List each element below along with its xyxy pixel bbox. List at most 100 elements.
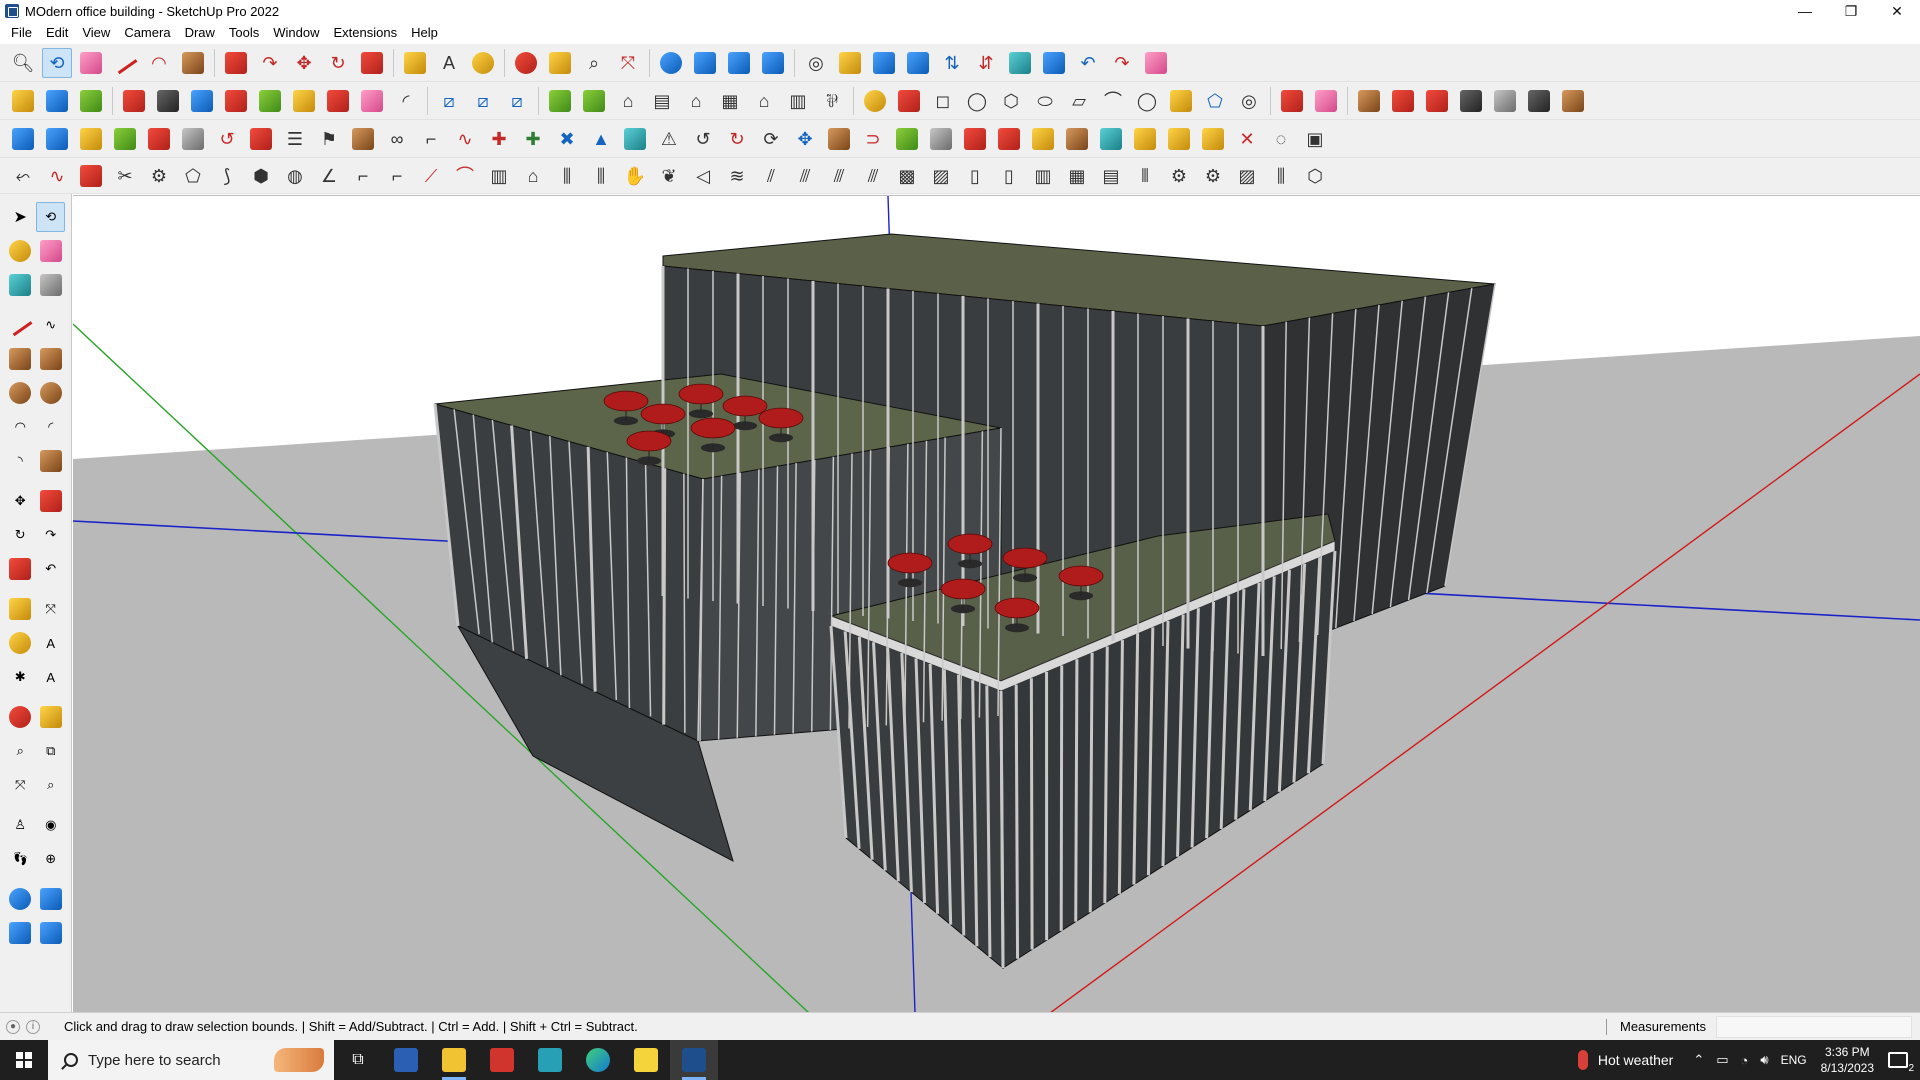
bezier-button[interactable]: ∿ [450,124,480,154]
orbit-tool-button[interactable]: ⟲ [42,47,72,78]
credits-icon[interactable]: i [26,1019,40,1034]
protractor-left-button[interactable] [6,628,35,658]
menu-window[interactable]: Window [266,22,326,44]
zoom-window-left-button[interactable]: ⧉ [37,736,66,766]
box-button[interactable] [348,124,378,154]
draw-12-button[interactable]: ⌐ [382,161,412,191]
texture-7-button[interactable] [1558,86,1588,116]
taskbar-search[interactable]: Type here to search [48,1040,334,1080]
acrobat-app[interactable] [478,1040,526,1080]
fredo-tool-5-button[interactable] [255,86,285,116]
draw-15-button[interactable]: ▥ [484,161,514,191]
draw-26-button[interactable]: ⫻ [858,161,888,191]
move-left-button[interactable]: ✥ [6,486,35,516]
draw-28-button[interactable]: ▨ [926,161,956,191]
text-left-button[interactable]: A [37,628,66,658]
view-top-button[interactable] [42,86,72,116]
extension-warehouse-button[interactable] [869,48,899,78]
window-tool-button[interactable] [1096,124,1126,154]
orbit-tool-left-button[interactable]: ⟲ [36,202,65,232]
shape-3-button[interactable]: ⬡ [996,86,1026,116]
arrow-tool-button[interactable] [1277,86,1307,116]
rotate-left-button[interactable]: ↻ [6,520,35,550]
modeling-viewport[interactable] [73,195,1920,1012]
tape-measure-button[interactable] [400,48,430,78]
link-button[interactable]: ∞ [382,124,412,154]
solid-tools-button[interactable] [1005,48,1035,78]
materials-left-button[interactable] [37,884,66,914]
draw-10-button[interactable]: ∠ [314,161,344,191]
menu-help[interactable]: Help [404,22,445,44]
3dtext-left-button[interactable]: A [37,662,66,692]
restore-button[interactable]: ❐ [1828,0,1874,22]
block-5-button[interactable] [1062,124,1092,154]
scale-left-button[interactable] [6,554,35,584]
draw-6-button[interactable]: ⬠ [178,161,208,191]
section-1-button[interactable]: ⧄ [434,86,464,116]
flip-up-button[interactable]: ⇅ [937,48,967,78]
tape-left-button[interactable] [6,594,35,624]
grid-2-button[interactable] [1164,124,1194,154]
texture-4-button[interactable] [1456,86,1486,116]
draw-21-button[interactable]: ◁ [688,161,718,191]
zoom-left-button[interactable]: ⌕ [6,736,35,766]
draw-5-button[interactable]: ⚙ [144,161,174,191]
draw-23-button[interactable]: ⫽ [756,161,786,191]
draw-33-button[interactable]: ▤ [1096,161,1126,191]
block-2-button[interactable] [960,124,990,154]
house-2-button[interactable]: ▦ [715,86,745,116]
previous-left-button[interactable]: ⌕ [37,770,66,800]
bucket-button[interactable] [824,124,854,154]
block-1-button[interactable] [926,124,956,154]
menu-file[interactable]: File [4,22,39,44]
materials-button[interactable] [690,48,720,78]
draw-13-button[interactable]: ⟋ [416,161,446,191]
draw-37-button[interactable]: ▨ [1232,161,1262,191]
magnet-button[interactable]: ⊃ [858,124,888,154]
curve-tool-button[interactable]: ◜ [391,86,421,116]
fredo-tool-7-button[interactable] [323,86,353,116]
component-button[interactable] [656,48,686,78]
house-3-button[interactable]: ⌂ [749,86,779,116]
shape-4-button[interactable]: ⬭ [1030,86,1060,116]
layer-2-button[interactable] [42,124,72,154]
corner-button[interactable]: ⌐ [416,124,446,154]
menu-edit[interactable]: Edit [39,22,75,44]
component-left-button[interactable] [6,270,35,300]
freehand-tool-button[interactable]: ◠ [144,48,174,78]
loop-3-button[interactable]: ⟳ [756,124,786,154]
section-3-button[interactable]: ⧄ [502,86,532,116]
freehand-left-button[interactable]: ∿ [37,310,66,340]
sandbox-2-button[interactable] [579,86,609,116]
layer-3-button[interactable] [76,124,106,154]
eraser-pink-button[interactable] [1311,86,1341,116]
shape-2-button[interactable]: ◯ [962,86,992,116]
cross-green-button[interactable]: ✚ [518,124,548,154]
select-tool-button[interactable]: ➤ [6,202,34,232]
warehouse-left-button[interactable] [6,884,35,914]
block-3-button[interactable] [994,124,1024,154]
menu-extensions[interactable]: Extensions [327,22,405,44]
draw-1-button[interactable]: ⬿ [8,161,38,191]
scale-tool-button[interactable] [357,48,387,78]
draw-34-button[interactable]: ⫴ [1130,161,1160,191]
wifi-icon[interactable]: ◔ [1741,1053,1749,1068]
input-language[interactable]: ENG [1781,1053,1807,1067]
fredo-tool-3-button[interactable] [187,86,217,116]
walk-left-button[interactable]: 👣︎ [6,844,35,874]
meet-now-icon[interactable]: ▭ [1716,1052,1728,1068]
clock[interactable]: 3:36 PM 8/13/2023 [1821,1044,1874,1076]
eraser-button[interactable] [76,48,106,78]
draw-27-button[interactable]: ▩ [892,161,922,191]
close-button[interactable]: ✕ [1874,0,1920,22]
grid-1-button[interactable] [1130,124,1160,154]
text-tool-button[interactable]: A [434,48,464,78]
draw-7-button[interactable]: ⟆ [212,161,242,191]
texture-1-button[interactable] [1354,86,1384,116]
push-pull-button[interactable] [221,48,251,78]
dimension-button[interactable]: ⅌ [817,86,847,116]
pan-button[interactable] [545,48,575,78]
draw-8-button[interactable]: ⬢ [246,161,276,191]
tree-button[interactable] [892,124,922,154]
draw-11-button[interactable]: ⌐ [348,161,378,191]
